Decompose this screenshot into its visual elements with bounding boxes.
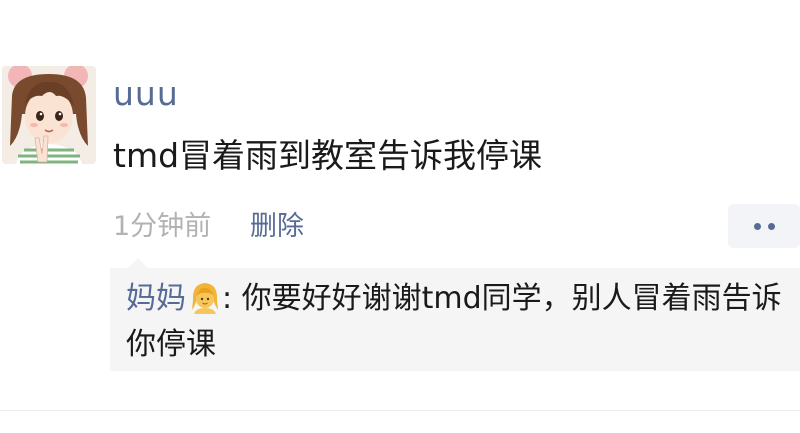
comment-item[interactable]: 妈妈 : 你要好好谢谢tmd同学，别人冒着雨告诉你停课	[126, 276, 800, 368]
delete-link[interactable]: 删除	[250, 207, 304, 247]
username[interactable]: uuu	[113, 72, 179, 116]
divider	[0, 410, 800, 411]
more-dots-icon	[768, 223, 775, 230]
comments-box: 妈妈 : 你要好好谢谢tmd同学，别人冒着雨告诉你停课	[110, 258, 800, 371]
avatar[interactable]	[2, 66, 96, 164]
cartoon-girl-avatar-icon	[2, 66, 96, 164]
woman-emoji-icon	[192, 283, 218, 314]
timestamp: 1分钟前	[113, 211, 212, 242]
comment-separator: :	[222, 281, 242, 316]
more-options-button[interactable]	[728, 204, 800, 248]
more-dots-icon	[754, 223, 761, 230]
comment-author[interactable]: 妈妈	[126, 281, 186, 316]
post-text: tmd冒着雨到教室告诉我停课	[113, 136, 543, 175]
